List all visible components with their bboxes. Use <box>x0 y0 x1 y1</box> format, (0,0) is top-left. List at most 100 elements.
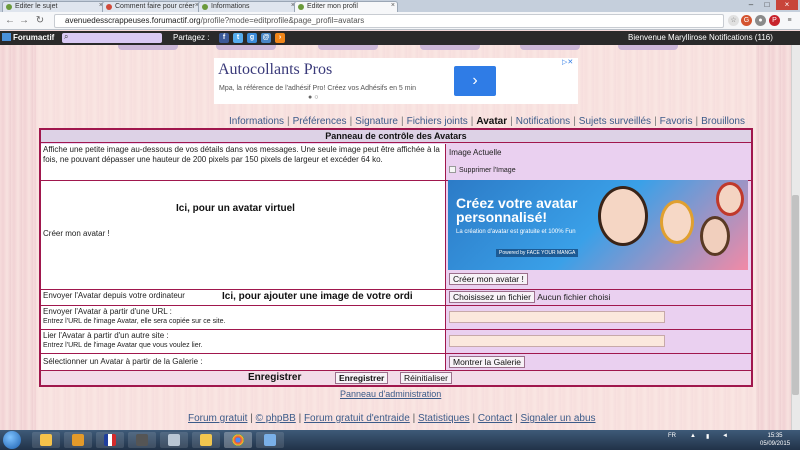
rss-icon[interactable]: › <box>275 33 285 43</box>
forward-icon[interactable]: → <box>18 15 30 27</box>
create-avatar-button[interactable]: Créer mon avatar ! <box>449 273 528 285</box>
footer-link-signaler[interactable]: Signaler un abus <box>520 413 595 424</box>
intro-cell: Affiche une petite image au-dessous de v… <box>41 144 446 180</box>
browser-tab-active[interactable]: Editer mon profil × <box>294 1 398 12</box>
welcome-text[interactable]: Bienvenue Maryllirose <box>628 33 707 42</box>
volume-icon[interactable]: ◄ <box>722 433 728 439</box>
taskbar-app-explorer[interactable] <box>32 432 60 448</box>
tray-arrow-icon[interactable]: ▲ <box>690 433 696 439</box>
pinterest-icon[interactable]: P <box>769 15 780 26</box>
footer-link-forum-gratuit[interactable]: Forum gratuit <box>188 413 247 424</box>
notifications-link[interactable]: Notifications (116) <box>709 33 773 42</box>
link-cell: Lier l'Avatar à partir d'un autre site :… <box>41 330 446 353</box>
minimize-icon[interactable]: – <box>744 0 758 10</box>
favicon-icon <box>202 4 208 10</box>
email-icon[interactable]: @ <box>261 33 271 43</box>
taskbar-app-media[interactable] <box>64 432 92 448</box>
menu-icon[interactable]: ≡ <box>784 15 795 26</box>
nav-fichiers-joints[interactable]: Fichiers joints <box>407 116 468 127</box>
browser-tab[interactable]: Informations × <box>198 1 298 12</box>
reset-button[interactable]: Réinitialiser <box>400 372 452 384</box>
nav-sujets-surveilles[interactable]: Sujets surveillés <box>579 116 651 127</box>
back-icon[interactable]: ← <box>4 15 16 27</box>
twitter-icon[interactable]: t <box>233 33 243 43</box>
nav-informations[interactable]: Informations <box>229 116 284 127</box>
avatar-promo-banner[interactable]: Créez votre avatar personnalisé! La créat… <box>448 180 748 270</box>
taskbar-app-folder[interactable] <box>192 432 220 448</box>
taskbar-app-paint[interactable] <box>256 432 284 448</box>
search-icon: ⌕ <box>64 32 69 41</box>
taskbar-app-chrome[interactable] <box>224 432 252 448</box>
clock[interactable]: 15:35 05/09/2015 <box>760 432 790 448</box>
nav-notifications[interactable]: Notifications <box>516 116 570 127</box>
admin-panel-link[interactable]: Panneau d'administration <box>340 389 441 399</box>
no-file-text: Aucun fichier choisi <box>537 292 611 302</box>
forumactif-logo[interactable]: Forumactif <box>2 33 54 42</box>
clock-date: 05/09/2015 <box>760 441 791 447</box>
ad-close-icon[interactable]: ▷✕ <box>562 58 573 66</box>
intro-text: Affiche une petite image au-dessous de v… <box>43 145 440 164</box>
nav-brouillons[interactable]: Brouillons <box>701 116 745 127</box>
maximize-icon[interactable]: □ <box>760 0 774 10</box>
tab-label: Editer le sujet <box>15 3 58 10</box>
show-gallery-button[interactable]: Montrer la Galerie <box>449 356 526 368</box>
nav-favoris[interactable]: Favoris <box>660 116 693 127</box>
avatar-face-illustration <box>700 216 730 256</box>
forum-nav-tab[interactable] <box>618 45 678 50</box>
forum-nav-tab[interactable] <box>118 45 178 50</box>
link-input-cell <box>447 330 751 353</box>
browser-tab[interactable]: Editer le sujet × <box>2 1 106 12</box>
browser-tab[interactable]: Comment faire pour créer × <box>102 1 202 12</box>
taskbar-app-camera[interactable] <box>128 432 156 448</box>
ad-title[interactable]: Autocollants Pros <box>218 61 332 79</box>
star-icon[interactable]: ☆ <box>728 15 739 26</box>
media-player-icon <box>72 434 84 446</box>
forum-nav-tab[interactable] <box>420 45 480 50</box>
extension-icon[interactable]: ● <box>755 15 766 26</box>
ad-arrow-button[interactable]: › <box>454 66 496 96</box>
files-icon <box>168 434 180 446</box>
delete-image-checkbox[interactable] <box>449 166 456 173</box>
nav-avatar-current[interactable]: Avatar <box>476 116 507 127</box>
taskbar-app-files[interactable] <box>160 432 188 448</box>
save-button[interactable]: Enregistrer <box>335 372 389 384</box>
footer-link-entraide[interactable]: Forum gratuit d'entraide <box>304 413 410 424</box>
delete-image-label: Supprimer l'Image <box>459 167 516 174</box>
avatar-face-illustration <box>660 200 694 244</box>
reload-icon[interactable]: ↻ <box>34 15 46 27</box>
forumactif-logo-icon <box>2 33 11 41</box>
taskbar-app-language[interactable] <box>96 432 124 448</box>
footer-link-contact[interactable]: Contact <box>478 413 512 424</box>
start-button-icon[interactable] <box>3 431 21 449</box>
facebook-icon[interactable]: f <box>219 33 229 43</box>
url-help: Entrez l'URL de l'image Avatar, elle ser… <box>43 318 226 325</box>
scrollbar-thumb[interactable] <box>792 195 799 395</box>
delete-image-row[interactable]: Supprimer l'Image <box>449 166 749 176</box>
window-close-icon[interactable]: × <box>776 0 798 10</box>
gallery-label: Sélectionner un Avatar à partir de la Ga… <box>43 357 203 366</box>
forum-nav-tab[interactable] <box>318 45 378 50</box>
avatar-link-input[interactable] <box>449 335 665 347</box>
advertisement[interactable]: Autocollants Pros Mpa, la référence de l… <box>214 58 578 104</box>
ad-carousel-dots[interactable]: ●○ <box>308 94 320 101</box>
search-input[interactable]: ⌕ <box>62 32 162 43</box>
language-indicator[interactable]: FR <box>668 433 676 439</box>
gallery-cell: Sélectionner un Avatar à partir de la Ga… <box>41 354 446 370</box>
nav-signature[interactable]: Signature <box>355 116 398 127</box>
chrome-icon <box>232 434 244 446</box>
footer-link-statistiques[interactable]: Statistiques <box>418 413 470 424</box>
nav-separator: | <box>695 116 699 127</box>
forum-nav-tab[interactable] <box>216 45 276 50</box>
google-icon[interactable]: g <box>247 33 257 43</box>
close-icon[interactable]: × <box>391 2 395 9</box>
address-bar[interactable]: avenuedesscrappeuses.forumactif.org/prof… <box>54 14 724 28</box>
forum-nav-tab[interactable] <box>520 45 580 50</box>
favicon-icon <box>106 4 112 10</box>
avatar-url-input[interactable] <box>449 311 665 323</box>
nav-separator: | <box>510 116 513 127</box>
network-icon[interactable]: ▮ <box>706 433 709 440</box>
choose-file-button[interactable]: Choisissez un fichier <box>449 291 535 303</box>
nav-preferences[interactable]: Préférences <box>293 116 347 127</box>
footer-link-phpbb[interactable]: © phpBB <box>256 413 296 424</box>
extension-icon[interactable]: G <box>741 15 752 26</box>
